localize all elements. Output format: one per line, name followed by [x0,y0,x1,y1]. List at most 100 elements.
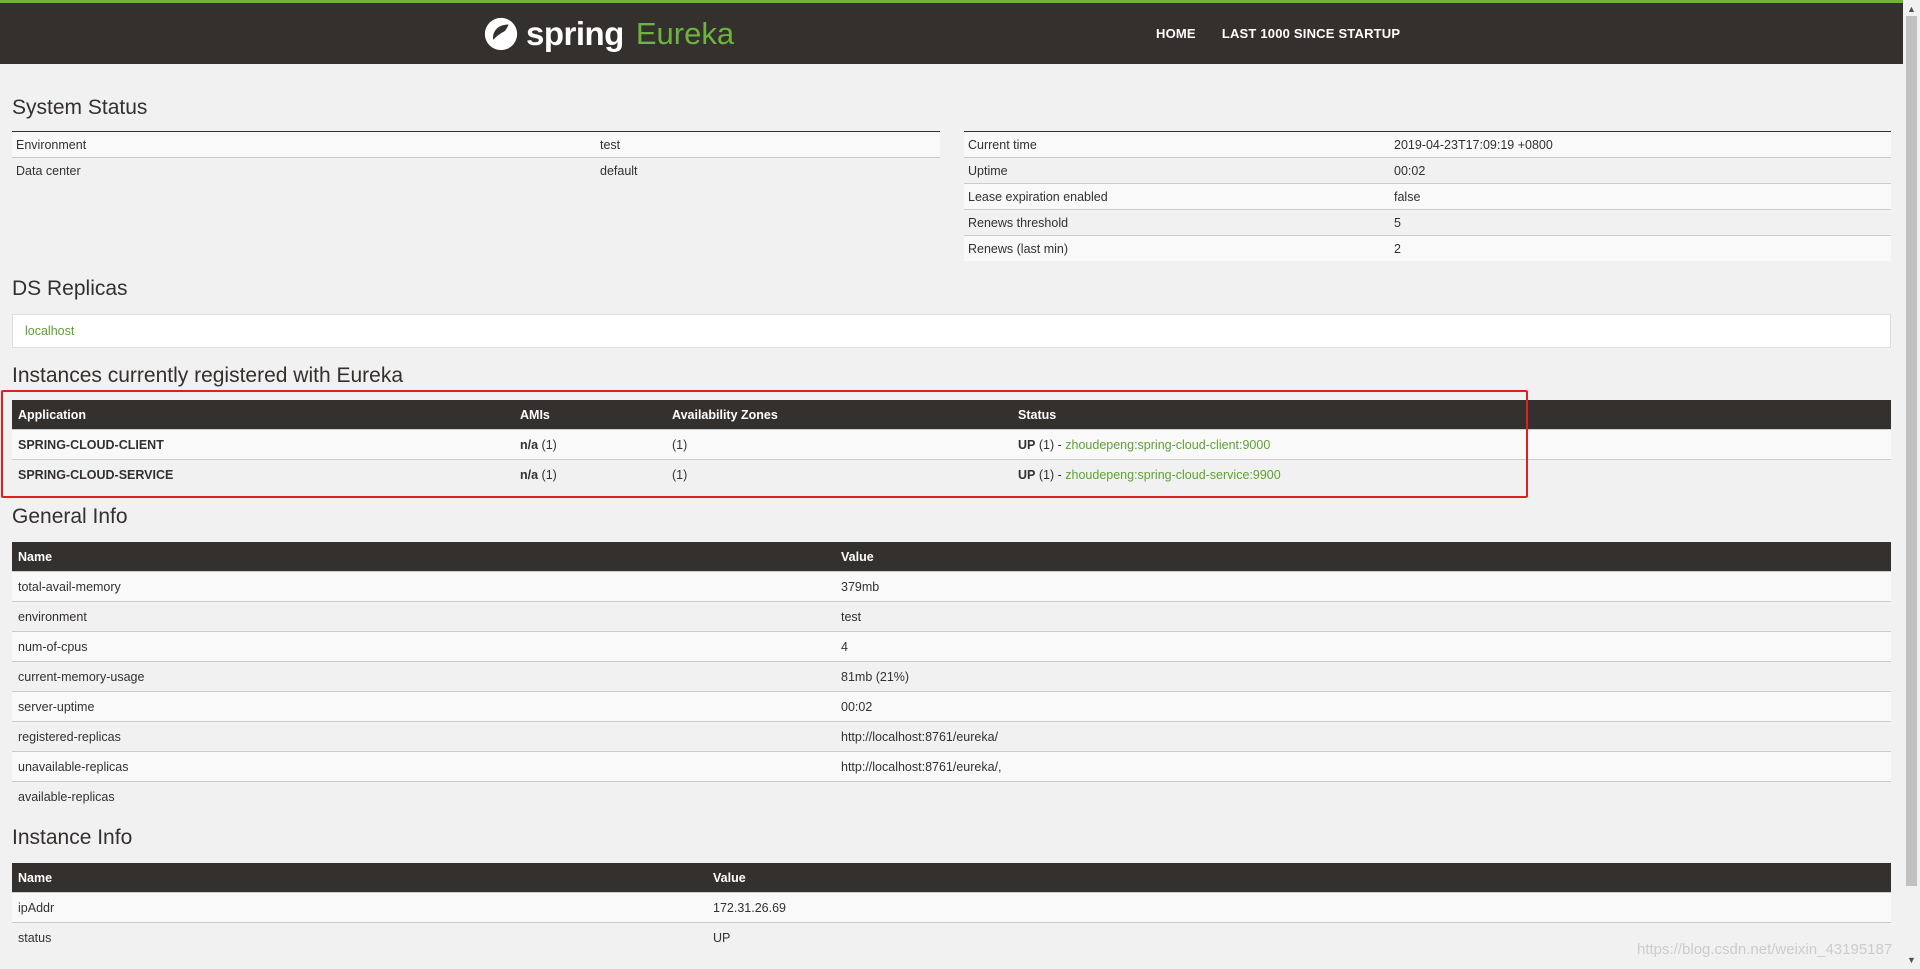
status-value: 2 [1390,235,1891,261]
status-value: default [596,157,940,183]
table-row: Uptime 00:02 [964,157,1891,184]
column-header: Application [12,400,514,430]
zones-cell: (1) [666,459,1012,489]
ds-replicas-title: DS Replicas [12,277,128,300]
table-row: Current time 2019-04-23T17:09:19 +0800 [964,131,1891,158]
spring-eureka-logo[interactable]: spring Eureka [482,13,734,55]
info-name: unavailable-replicas [12,751,835,782]
status-value: test [596,131,940,158]
nav-last1000-link[interactable]: LAST 1000 SINCE STARTUP [1222,26,1400,41]
column-header: Status [1012,400,1891,430]
table-row: Lease expiration enabled false [964,183,1891,210]
watermark-text: https://blog.csdn.net/weixin_43195187 [1637,941,1893,958]
column-header: Name [12,542,835,572]
nav-links: HOME LAST 1000 SINCE STARTUP [1156,3,1426,64]
table-row: current-memory-usage 81mb (21%) [12,661,1891,692]
status-label: Lease expiration enabled [964,183,1390,210]
column-header: Availability Zones [666,400,1012,430]
table-row: ipAddr 172.31.26.69 [12,892,1891,923]
ami-cell: n/a (1) [514,459,666,489]
info-value: 172.31.26.69 [707,892,1891,923]
app-name: SPRING-CLOUD-SERVICE [12,459,514,489]
column-header: Value [707,863,1891,893]
status-label: Environment [12,131,596,158]
table-row: Renews (last min) 2 [964,235,1891,261]
status-cell: UP (1) - zhoudepeng:spring-cloud-client:… [1012,429,1891,460]
table-header-row: Name Value [12,863,1891,893]
info-name: total-avail-memory [12,571,835,602]
spring-leaf-icon [484,17,518,51]
zones-cell: (1) [666,429,1012,460]
column-header: Name [12,863,707,893]
column-header: Value [835,542,1891,572]
status-label: Renews (last min) [964,235,1390,261]
table-row: Data center default [12,157,940,183]
info-value: 81mb (21%) [835,661,1891,692]
status-label: Data center [12,157,596,183]
status-count: (1) - [1038,437,1062,452]
app-name: SPRING-CLOUD-CLIENT [12,429,514,460]
status-cell: UP (1) - zhoudepeng:spring-cloud-service… [1012,459,1891,489]
table-row: available-replicas [12,781,1891,811]
info-value: test [835,601,1891,632]
table-row: registered-replicas http://localhost:8761… [12,721,1891,752]
info-name: environment [12,601,835,632]
info-value: 4 [835,631,1891,662]
ami-na: n/a [520,437,539,452]
status-up: UP [1018,437,1036,452]
instance-info-table: Name Value ipAddr 172.31.26.69 status UP [12,863,1891,952]
nav-home-link[interactable]: HOME [1156,26,1196,41]
general-info-title: General Info [12,505,128,528]
ami-cell: n/a (1) [514,429,666,460]
table-row: num-of-cpus 4 [12,631,1891,662]
status-value: false [1390,183,1891,210]
system-status-title: System Status [12,96,148,119]
system-status-left-table: Environment test Data center default [12,131,940,183]
info-value: http://localhost:8761/eureka/ [835,721,1891,752]
scrollbar-thumb[interactable] [1906,16,1917,886]
column-header: AMIs [514,400,666,430]
ami-count: (1) [541,437,557,452]
instance-link[interactable]: zhoudepeng:spring-cloud-service:9900 [1065,468,1280,482]
info-name: server-uptime [12,691,835,722]
status-value: 2019-04-23T17:09:19 +0800 [1390,131,1891,158]
table-row: status UP [12,922,1891,952]
replica-link-localhost[interactable]: localhost [25,324,74,338]
status-label: Renews threshold [964,209,1390,236]
status-up: UP [1018,467,1036,482]
table-row: SPRING-CLOUD-SERVICE n/a (1) (1) UP (1) … [12,459,1891,489]
table-row: environment test [12,601,1891,632]
table-row: Renews threshold 5 [964,209,1891,236]
brand-spring: spring [526,15,624,52]
info-name: current-memory-usage [12,661,835,692]
brand-eureka: Eureka [635,16,735,51]
scroll-down-arrow-icon[interactable]: ▼ [1907,955,1916,965]
ami-na: n/a [520,467,539,482]
info-value [835,781,1891,811]
general-info-table: Name Value total-avail-memory 379mb envir… [12,542,1891,811]
status-label: Current time [964,131,1390,158]
info-name: num-of-cpus [12,631,835,662]
info-name: registered-replicas [12,721,835,752]
table-row: server-uptime 00:02 [12,691,1891,722]
instances-table: Application AMIs Availability Zones Stat… [12,400,1891,489]
status-count: (1) - [1038,467,1062,482]
info-name: ipAddr [12,892,707,923]
table-header-row: Name Value [12,542,1891,572]
table-row: total-avail-memory 379mb [12,571,1891,602]
table-row: Environment test [12,131,940,158]
ami-count: (1) [541,467,557,482]
instance-info-title: Instance Info [12,826,133,849]
info-value: 00:02 [835,691,1891,722]
system-status-right-table: Current time 2019-04-23T17:09:19 +0800 U… [964,131,1891,261]
scroll-up-arrow-icon[interactable]: ▲ [1907,4,1916,14]
table-row: SPRING-CLOUD-CLIENT n/a (1) (1) UP (1) -… [12,429,1891,460]
info-name: status [12,922,707,952]
status-label: Uptime [964,157,1390,184]
instances-title: Instances currently registered with Eure… [12,364,404,387]
ds-replicas-list: localhost [12,314,1891,348]
info-value: http://localhost:8761/eureka/, [835,751,1891,782]
vertical-scrollbar[interactable]: ▲ ▼ [1903,0,1920,969]
table-header-row: Application AMIs Availability Zones Stat… [12,400,1891,430]
instance-link[interactable]: zhoudepeng:spring-cloud-client:9000 [1065,438,1270,452]
